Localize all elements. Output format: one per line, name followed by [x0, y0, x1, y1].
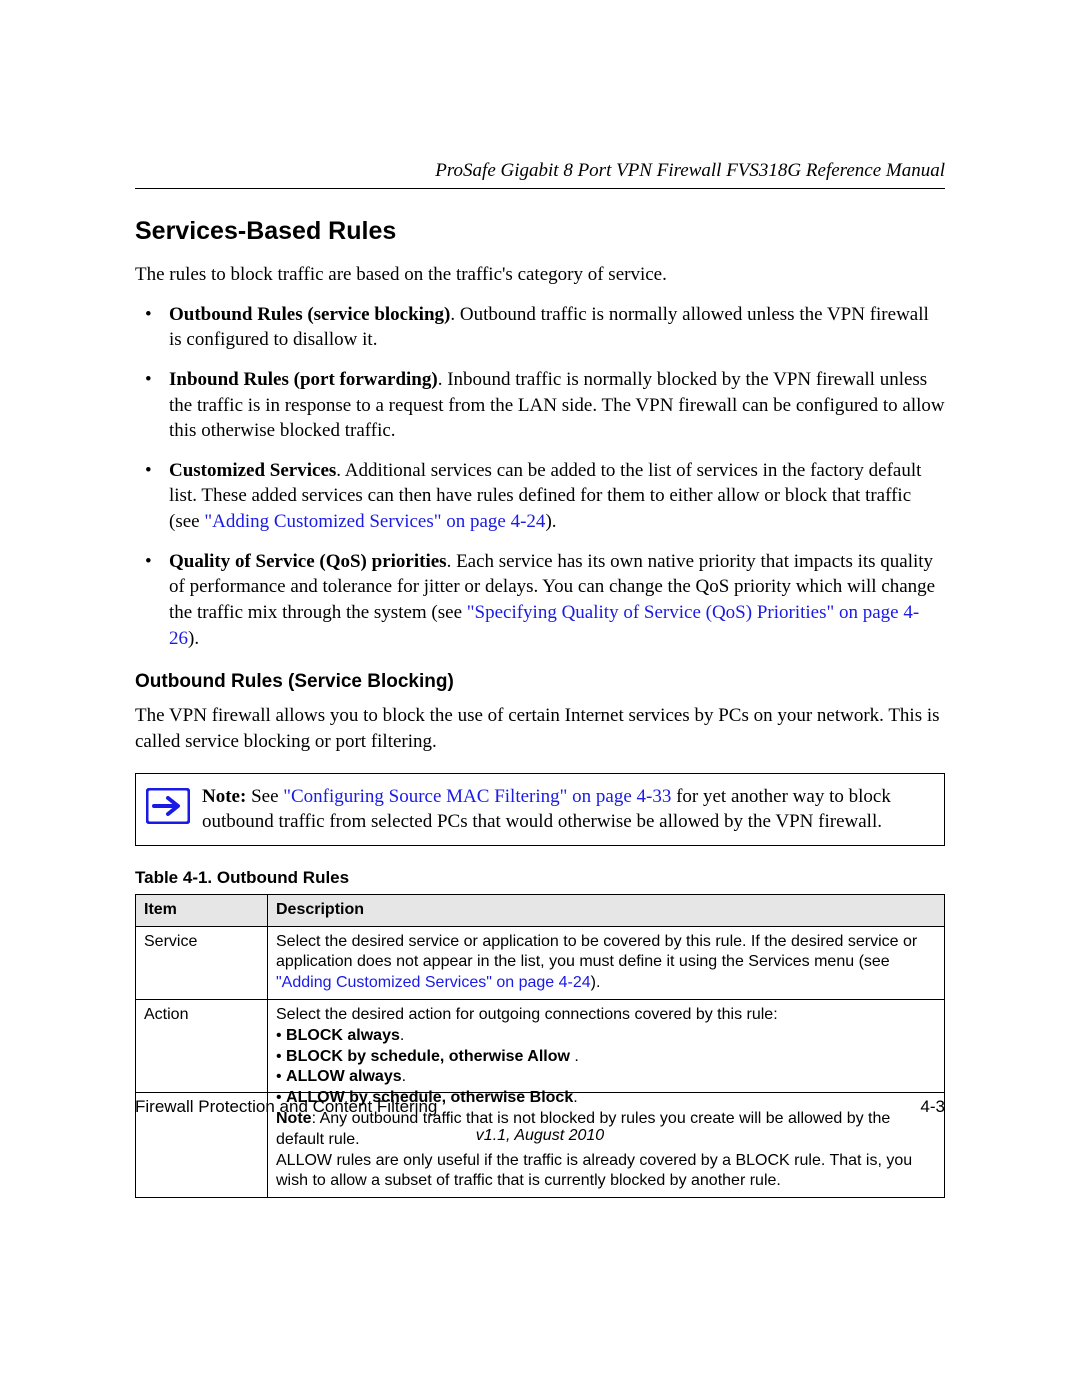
bullet-lead: Inbound Rules (port forwarding): [169, 369, 438, 390]
bullet-customized: Customized Services. Additional services…: [135, 458, 945, 535]
bullet-lead: Outbound Rules (service blocking): [169, 304, 450, 325]
subsection-para: The VPN firewall allows you to block the…: [135, 703, 945, 754]
bullet-list: Outbound Rules (service blocking). Outbo…: [135, 302, 945, 652]
arrow-right-icon: [146, 788, 190, 824]
table-header-description: Description: [268, 894, 945, 926]
action-lead: Select the desired action for outgoing c…: [276, 1005, 936, 1026]
table-row: Service Select the desired service or ap…: [136, 926, 945, 999]
note-before-link: See: [246, 786, 283, 807]
bullet-text-after: ).: [188, 628, 199, 649]
table-caption: Table 4-1. Outbound Rules: [135, 868, 945, 888]
bullet-lead: Customized Services: [169, 460, 336, 481]
footer-page-number: 4-3: [920, 1097, 945, 1117]
table-header-item: Item: [136, 894, 268, 926]
desc-text: Select the desired service or applicatio…: [276, 933, 917, 971]
document-page: ProSafe Gigabit 8 Port VPN Firewall FVS3…: [0, 0, 1080, 1397]
cell-item: Service: [136, 926, 268, 999]
running-header: ProSafe Gigabit 8 Port VPN Firewall FVS3…: [135, 160, 945, 189]
section-title: Services-Based Rules: [135, 217, 945, 246]
bullet-qos: Quality of Service (QoS) priorities. Eac…: [135, 549, 945, 652]
link-adding-customized-services[interactable]: "Adding Customized Services" on page 4-2…: [276, 974, 591, 991]
note-text: Note: See "Configuring Source MAC Filter…: [202, 784, 930, 835]
link-adding-customized-services[interactable]: "Adding Customized Services" on page 4-2…: [204, 511, 545, 532]
note-box: Note: See "Configuring Source MAC Filter…: [135, 773, 945, 846]
link-source-mac-filtering[interactable]: "Configuring Source MAC Filtering" on pa…: [283, 786, 671, 807]
bullet-lead: Quality of Service (QoS) priorities: [169, 551, 447, 572]
list-item: BLOCK by schedule, otherwise Allow .: [276, 1047, 936, 1068]
desc-text-after: ).: [591, 974, 601, 991]
list-item: ALLOW always.: [276, 1067, 936, 1088]
footer-version: v1.1, August 2010: [135, 1127, 945, 1145]
note-lead: Note:: [202, 786, 246, 807]
bullet-inbound: Inbound Rules (port forwarding). Inbound…: [135, 367, 945, 444]
outbound-rules-table: Item Description Service Select the desi…: [135, 894, 945, 1198]
footer-left: Firewall Protection and Content Filterin…: [135, 1097, 437, 1117]
subsection-heading: Outbound Rules (Service Blocking): [135, 671, 945, 693]
section-intro: The rules to block traffic are based on …: [135, 262, 945, 288]
action-tail: ALLOW rules are only useful if the traff…: [276, 1151, 936, 1193]
bullet-text-after: ).: [545, 511, 556, 532]
cell-description: Select the desired service or applicatio…: [268, 926, 945, 999]
page-footer: Firewall Protection and Content Filterin…: [135, 1092, 945, 1145]
list-item: BLOCK always.: [276, 1026, 936, 1047]
bullet-outbound: Outbound Rules (service blocking). Outbo…: [135, 302, 945, 353]
